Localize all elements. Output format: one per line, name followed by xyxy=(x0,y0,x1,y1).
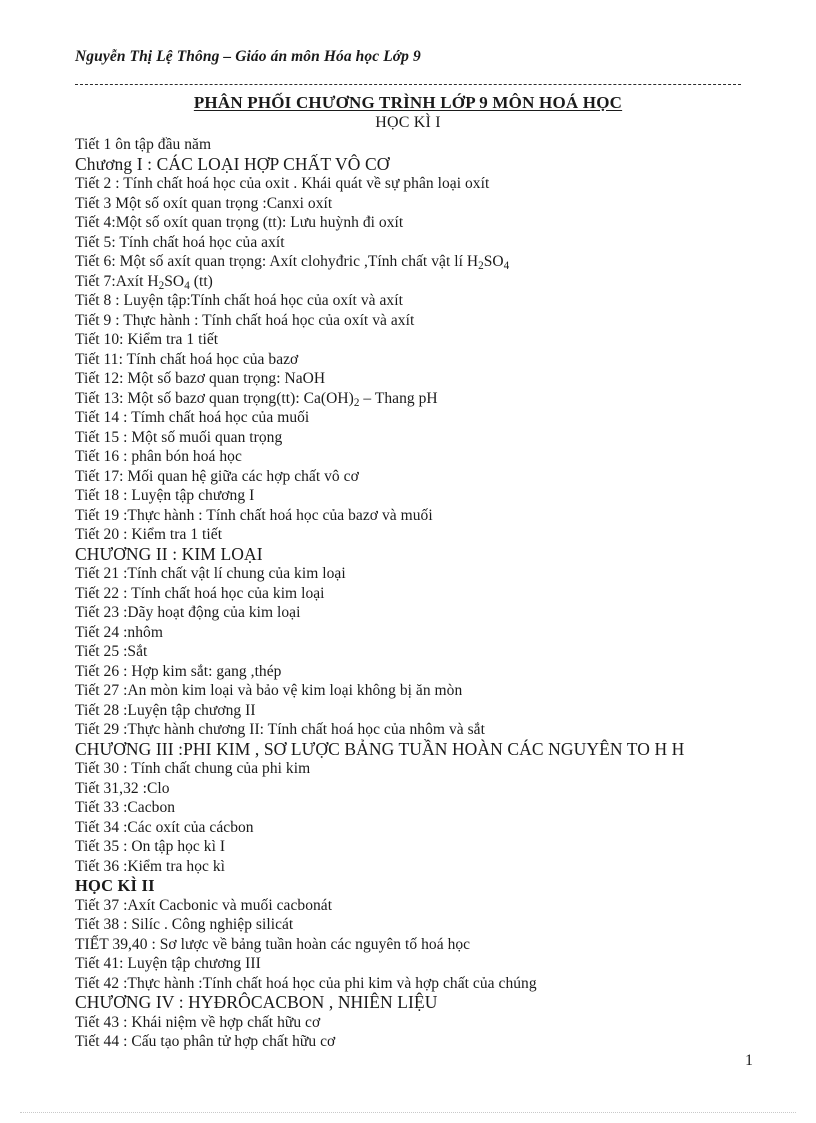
lesson-line: Tiết 19 :Thực hành : Tính chất hoá học c… xyxy=(75,506,433,524)
lesson-line: Tiết 27 :An mòn kim loại và bảo vệ kim l… xyxy=(75,682,463,699)
lesson-line: Tiết 29 :Thực hành chương II: Tính chất … xyxy=(75,721,485,738)
lesson-line: Tiết 20 : Kiểm tra 1 tiết xyxy=(75,526,223,543)
lesson-line: Tiết 42 :Thực hành :Tính chất hoá học củ… xyxy=(75,974,537,992)
page-number: 1 xyxy=(745,1052,753,1069)
semester-subtitle: HỌC KÌ I xyxy=(375,114,441,131)
lesson-line: Tiết 23 :Dãy hoạt động của kim loại xyxy=(75,604,301,621)
lesson-line: Tiết 13: Một số bazơ quan trọng(tt): Ca(… xyxy=(75,389,438,409)
lesson-line: Tiết 22 : Tính chất hoá học của kim loại xyxy=(75,584,325,602)
lesson-line: Tiết 3 Một số oxít quan trọng :Canxi oxí… xyxy=(75,194,333,212)
lesson-line: Tiết 36 :Kiểm tra học kì xyxy=(75,857,226,875)
lesson-line: Tiết 43 : Khái niệm về hợp chất hữu cơ xyxy=(75,1013,321,1031)
chapter-heading: CHƯƠNG III :PHI KIM , SƠ LƯỢC BẢNG TUẦN … xyxy=(75,738,685,759)
lesson-line: Tiết 8 : Luyện tập:Tính chất hoá học của… xyxy=(75,292,403,309)
lesson-line: Tiết 41: Luyện tập chương III xyxy=(75,955,261,972)
page-bottom-edge xyxy=(20,1112,796,1113)
chapter-heading: Chương I : CÁC LOẠI HỢP CHẤT VÔ CƠ xyxy=(75,153,390,174)
lesson-line: Tiết 7:Axít H2SO4 (tt) xyxy=(75,272,213,292)
lesson-line: Tiết 37 :Axít Cacbonic và muối cacbonát xyxy=(75,896,333,914)
lesson-line: Tiết 35 : On tập học kì I xyxy=(75,838,226,855)
lesson-line: Tiết 33 :Cacbon xyxy=(75,799,176,816)
page-title: PHÂN PHỐI CHƯƠNG TRÌNH LỚP 9 MÔN HOÁ HỌC xyxy=(0,93,816,113)
page-title-text: PHÂN PHỐI CHƯƠNG TRÌNH LỚP 9 MÔN HOÁ HỌC xyxy=(193,93,623,112)
lesson-line: Tiết 24 :nhôm xyxy=(75,623,163,641)
lesson-line: Tiết 2 : Tính chất hoá học của oxit . Kh… xyxy=(75,175,490,192)
term-heading: HỌC KÌ II xyxy=(75,876,155,895)
lesson-line: Tiết 44 : Cấu tạo phân tử hợp chất hữu c… xyxy=(75,1033,336,1050)
lesson-line: Tiết 31,32 :Clo xyxy=(75,779,170,797)
lesson-line: Tiết 14 : Tímh chất hoá học của muối xyxy=(75,409,310,426)
lesson-line: Tiết 21 :Tính chất vật lí chung của kim … xyxy=(75,565,346,582)
lesson-distribution-list: Tiết 1 ôn tập đầu năm Chương I : CÁC LOẠI… xyxy=(75,135,775,1052)
chapter-heading: CHƯƠNG IV : HYĐRÔCACBON , NHIÊN LIỆU xyxy=(75,992,438,1012)
lesson-line: Tiết 16 : phân bón hoá học xyxy=(75,448,242,465)
lesson-line: Tiết 12: Một số bazơ quan trọng: NaOH xyxy=(75,370,326,387)
lesson-line: Tiết 38 : Silíc . Công nghiệp silicát xyxy=(75,916,294,933)
lesson-line: Tiết 4:Một số oxít quan trọng (tt): Lưu … xyxy=(75,214,404,231)
lesson-line: Tiết 17: Mối quan hệ giữa các hợp chất v… xyxy=(75,467,359,485)
lesson-line: Tiết 30 : Tính chất chung của phi kim xyxy=(75,760,311,777)
lesson-line: Tiết 1 ôn tập đầu năm xyxy=(75,136,212,153)
lesson-line: Tiết 18 : Luyện tập chương I xyxy=(75,487,255,504)
lesson-line: Tiết 5: Tính chất hoá học của axít xyxy=(75,233,285,251)
lesson-line: Tiết 26 : Hợp kim sắt: gang ,thép xyxy=(75,662,282,680)
lesson-line: Tiết 10: Kiểm tra 1 tiết xyxy=(75,331,219,348)
lesson-line: Tiết 28 :Luyện tập chương II xyxy=(75,701,256,719)
lesson-line: Tiết 11: Tính chất hoá học của bazơ xyxy=(75,350,299,368)
chapter-heading: CHƯƠNG II : KIM LOẠI xyxy=(75,543,263,564)
document-page: Nguyễn Thị Lệ Thông – Giáo án môn Hóa họ… xyxy=(0,0,816,1123)
lesson-line: Tiết 9 : Thực hành : Tính chất hoá học c… xyxy=(75,311,415,329)
lesson-line: TIẾT 39,40 : Sơ lược về bảng tuần hoàn c… xyxy=(75,935,471,953)
lesson-line: Tiết 6: Một số axít quan trọng: Axít clo… xyxy=(75,253,510,272)
lesson-line: Tiết 15 : Một số muối quan trọng xyxy=(75,428,283,446)
lesson-line: Tiết 25 :Sắt xyxy=(75,643,148,660)
running-header: Nguyễn Thị Lệ Thông – Giáo án môn Hóa họ… xyxy=(75,48,421,65)
header-divider xyxy=(75,84,741,85)
lesson-line: Tiết 34 :Các oxít của cácbon xyxy=(75,818,254,836)
